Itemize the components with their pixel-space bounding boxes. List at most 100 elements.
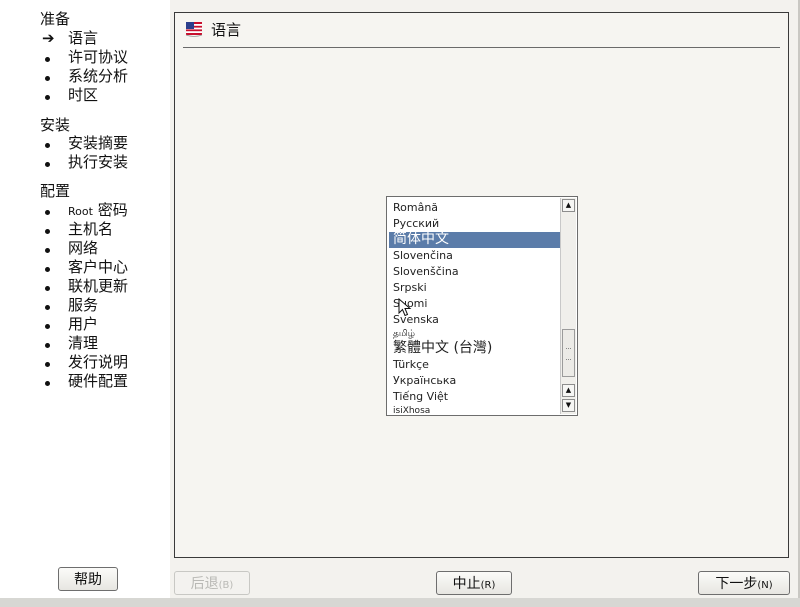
sidebar-section-title: 安装 xyxy=(40,116,71,134)
bullet-icon xyxy=(40,86,68,105)
scroll-up-button[interactable]: ▲ xyxy=(562,199,575,212)
sidebar-step-label: 安装摘要 xyxy=(68,134,128,153)
language-option[interactable]: Suomi xyxy=(389,296,561,312)
sidebar-step-label: 用户 xyxy=(68,315,98,334)
sidebar-step-label: 客户中心 xyxy=(68,258,128,277)
sidebar-step: 时区 xyxy=(40,86,98,105)
sidebar-section-title: 准备 xyxy=(40,10,71,28)
sidebar-step-label: 执行安装 xyxy=(68,153,128,172)
sidebar-section-title: 配置 xyxy=(40,182,71,200)
language-option[interactable]: Română xyxy=(389,200,561,216)
bullet-icon xyxy=(40,334,68,353)
language-option[interactable]: Русский xyxy=(389,216,561,232)
sidebar-step-text: 用户 xyxy=(68,315,99,333)
sidebar-step-label: 系统分析 xyxy=(68,67,128,86)
sidebar-step: 网络 xyxy=(40,239,98,258)
sidebar-step: 许可协议 xyxy=(40,48,128,67)
language-option[interactable]: Srpski xyxy=(389,280,561,296)
scroll-up-button-lower[interactable]: ▲ xyxy=(562,384,575,397)
language-option[interactable]: Türkçe xyxy=(389,357,561,373)
sidebar-step-label: 网络 xyxy=(68,239,98,258)
bullet-icon xyxy=(40,220,68,239)
sidebar-step-text: 服务 xyxy=(68,296,99,314)
sidebar-step: 硬件配置 xyxy=(40,372,128,391)
language-listbox[interactable]: Română Русский 简体中文 Slovenčina Slovenščina Sr… xyxy=(386,196,578,416)
back-button-label: 后退 xyxy=(190,576,219,592)
next-button-label: 下一步 xyxy=(715,576,758,592)
sidebar-step-text: 许可协议 xyxy=(68,48,129,66)
sidebar-step: 用户 xyxy=(40,315,98,334)
sidebar-step: Root 密码 xyxy=(40,201,128,220)
sidebar-step-label: 联机更新 xyxy=(68,277,128,296)
bullet-icon xyxy=(40,372,68,391)
sidebar-step: 安装摘要 xyxy=(40,134,128,153)
sidebar-step-label: 服务 xyxy=(68,296,98,315)
next-accelerator: (N) xyxy=(757,580,773,591)
bullet-icon xyxy=(40,201,68,220)
sidebar-step-label: 语言 xyxy=(68,29,98,48)
bullet-icon xyxy=(40,67,68,86)
bullet-icon xyxy=(40,315,68,334)
sidebar-step-text: 客户中心 xyxy=(68,258,129,276)
scroll-thumb[interactable] xyxy=(562,329,575,377)
language-option-selected[interactable]: 简体中文 xyxy=(389,232,561,248)
sidebar-step-label: 硬件配置 xyxy=(68,372,128,391)
language-option[interactable]: Slovenščina xyxy=(389,264,561,280)
help-button-label: 帮助 xyxy=(74,572,102,588)
thumb-grip-icon xyxy=(566,348,571,360)
bullet-icon xyxy=(40,153,68,172)
language-option[interactable]: Svenska xyxy=(389,312,561,328)
sidebar-step-text: 安装摘要 xyxy=(68,134,129,152)
language-option[interactable]: Українська xyxy=(389,373,561,389)
sidebar-step: 主机名 xyxy=(40,220,113,239)
bullet-icon xyxy=(40,258,68,277)
sidebar-step-text: 清理 xyxy=(68,334,99,352)
bullet-icon xyxy=(40,239,68,258)
bullet-icon xyxy=(40,353,68,372)
bullet-icon xyxy=(40,48,68,67)
sidebar-step-text: 网络 xyxy=(68,239,99,257)
language-option[interactable]: 繁體中文 (台灣) xyxy=(389,340,561,357)
sidebar-step: 发行说明 xyxy=(40,353,128,372)
next-button[interactable]: 下一步(N) xyxy=(698,571,790,595)
abort-button-label: 中止 xyxy=(452,576,481,592)
sidebar-step-label: 发行说明 xyxy=(68,353,128,372)
scroll-down-button[interactable]: ▼ xyxy=(562,399,575,412)
sidebar-step-label: 清理 xyxy=(68,334,98,353)
sidebar-step-text: 密码 xyxy=(92,200,128,219)
sidebar-step: 系统分析 xyxy=(40,67,128,86)
wizard-steps-sidebar: 准备 ➔ 语言 许可协议 系统分析 时区安装 安装摘要 执行安装配置 Root 密码 主机名 网络客… xyxy=(0,0,170,598)
sidebar-step-text: 语言 xyxy=(68,29,99,47)
sidebar-step-text: 执行安装 xyxy=(68,153,129,171)
language-option[interactable]: தமிழ் xyxy=(389,328,561,340)
sidebar-step-text: 主机名 xyxy=(68,220,114,238)
abort-button[interactable]: 中止(R) xyxy=(436,571,512,595)
sidebar-step-text: 发行说明 xyxy=(68,353,129,371)
current-step-arrow-icon: ➔ xyxy=(42,29,55,47)
sidebar-step: 执行安装 xyxy=(40,153,128,172)
language-option[interactable]: isiXhosa xyxy=(389,405,561,415)
sidebar-step-label: Root 密码 xyxy=(68,201,128,221)
back-accelerator: (B) xyxy=(218,580,234,591)
sidebar-step: 联机更新 xyxy=(40,277,128,296)
header-divider xyxy=(183,47,780,48)
bottom-strip xyxy=(0,598,800,607)
sidebar-step-text: 系统分析 xyxy=(68,67,129,85)
mouse-cursor-icon xyxy=(398,298,412,317)
panel-header: 语言 xyxy=(185,17,241,41)
bullet-icon xyxy=(40,296,68,315)
language-list-items: Română Русский 简体中文 Slovenčina Slovenščina Sr… xyxy=(389,200,561,415)
bullet-icon xyxy=(40,134,68,153)
sidebar-step: 客户中心 xyxy=(40,258,128,277)
sidebar-step-label: 时区 xyxy=(68,86,98,105)
sidebar-step: 服务 xyxy=(40,296,98,315)
sidebar-step-text: 硬件配置 xyxy=(68,372,129,390)
sidebar-step: 清理 xyxy=(40,334,98,353)
help-button[interactable]: 帮助 xyxy=(58,567,118,591)
language-option[interactable]: Tiếng Việt xyxy=(389,389,561,405)
language-option[interactable]: Slovenčina xyxy=(389,248,561,264)
back-button[interactable]: 后退(B) xyxy=(174,571,250,595)
list-scrollbar[interactable]: ▲ ▲ ▼ xyxy=(560,198,576,414)
abort-accelerator: (R) xyxy=(480,580,496,591)
sidebar-step-label: 主机名 xyxy=(68,220,113,239)
